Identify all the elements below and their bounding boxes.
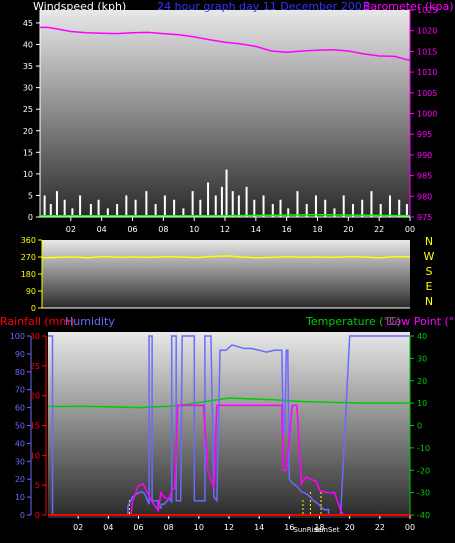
climate-x-tick-label: 10 (194, 523, 204, 532)
compass-label: N (425, 235, 433, 248)
humidity-y-tick-label: 100 (10, 332, 25, 341)
temperature-y-tick-label: 10 (417, 399, 427, 408)
wind-x-tick-label: 02 (66, 225, 76, 234)
temperature-y-tick-label: 0 (417, 422, 422, 431)
wind-x-tick-label: 12 (220, 225, 230, 234)
graph-title: 24 hour graph day 11 December 2003 (157, 0, 369, 13)
barometer-y-tick-label: 1000 (417, 110, 437, 119)
humidity-y-tick-label: 20 (15, 475, 25, 484)
rain-y-tick-label: 5 (35, 481, 40, 490)
humidity-y-tick-label: 10 (15, 493, 25, 502)
wind-x-tick-label: 10 (189, 225, 199, 234)
compass-label: E (426, 280, 433, 293)
rain-y-tick-label: 15 (30, 422, 40, 431)
direction-y-tick-label: 0 (31, 304, 36, 313)
wind-x-tick-label: 00 (405, 225, 415, 234)
wind-x-tick-label: 08 (158, 225, 168, 234)
temperature-y-tick-label: -20 (417, 466, 430, 475)
wind-y-tick-label: 35 (23, 62, 33, 71)
barometer-y-tick-label: 980 (417, 192, 432, 201)
wind-x-tick-label: 18 (312, 225, 322, 234)
wind-x-tick-label: 14 (251, 225, 261, 234)
barometer-y-tick-label: 1005 (417, 89, 437, 98)
wind-y-tick-label: 25 (23, 105, 33, 114)
weather-graph: Windspeed (kph) 24 hour graph day 11 Dec… (0, 0, 455, 534)
wind-x-tick-label: 20 (343, 225, 353, 234)
climate-x-tick-label: 20 (345, 523, 355, 532)
barometer-y-tick-label: 975 (417, 213, 432, 222)
wind-y-tick-label: 15 (23, 148, 33, 157)
temperature-y-tick-label: -40 (417, 511, 430, 520)
barometer-y-tick-label: 1015 (417, 47, 437, 56)
temperature-y-tick-label: 40 (417, 332, 427, 341)
rain-y-tick-label: 25 (30, 362, 40, 371)
climate-x-tick-label: 02 (73, 523, 83, 532)
wind-x-tick-label: 16 (282, 225, 292, 234)
wind-y-tick-label: 10 (23, 170, 33, 179)
direction-y-tick-label: 90 (26, 287, 36, 296)
rainfall-axis-label: Rainfall (mm) (0, 315, 74, 328)
humidity-y-tick-label: 40 (15, 439, 25, 448)
wind-axis-label: Windspeed (kph) (33, 0, 126, 13)
humidity-y-tick-label: 50 (15, 422, 25, 431)
wind-y-tick-label: 0 (28, 213, 33, 222)
humidity-y-tick-label: 80 (15, 368, 25, 377)
humidity-y-tick-label: 60 (15, 404, 25, 413)
compass-label: W (424, 250, 435, 263)
climate-panel-background (48, 332, 410, 518)
wind-panel-background (40, 10, 410, 217)
wind-y-tick-label: 30 (23, 84, 33, 93)
climate-x-tick-label: 22 (375, 523, 385, 532)
wind-y-tick-label: 40 (23, 41, 33, 50)
climate-x-tick-label: 00 (405, 523, 415, 532)
humidity-y-tick-label: 70 (15, 386, 25, 395)
direction-panel-background (42, 240, 410, 308)
direction-y-tick-label: 180 (21, 270, 36, 279)
humidity-y-tick-label: 30 (15, 457, 25, 466)
wind-x-tick-label: 22 (374, 225, 384, 234)
barometer-y-tick-label: 985 (417, 172, 432, 181)
wind-y-tick-label: 5 (28, 191, 33, 200)
rain-y-tick-label: 30 (30, 332, 40, 341)
climate-x-tick-label: 14 (254, 523, 264, 532)
direction-y-tick-label: 360 (21, 236, 36, 245)
barometer-y-tick-label: 1025 (417, 6, 437, 15)
humidity-y-tick-label: 0 (20, 511, 25, 520)
dewpoint-axis-label: Dew Point (°C) (386, 315, 455, 328)
compass-label: S (426, 265, 433, 278)
barometer-axis-label: Barometer (kpa) (363, 0, 454, 13)
wind-y-tick-label: 20 (23, 127, 33, 136)
barometer-y-tick-label: 1020 (417, 27, 437, 36)
rain-y-tick-label: 10 (30, 451, 40, 460)
climate-x-tick-label: 08 (164, 523, 174, 532)
climate-x-tick-label: 04 (103, 523, 113, 532)
barometer-y-tick-label: 990 (417, 151, 432, 160)
climate-x-tick-label: 12 (224, 523, 234, 532)
wind-x-tick-label: 06 (127, 225, 137, 234)
direction-y-tick-label: 270 (21, 253, 36, 262)
humidity-y-tick-label: 90 (15, 350, 25, 359)
rain-y-tick-label: 20 (30, 392, 40, 401)
sunset-label: SunSet (315, 526, 340, 534)
barometer-y-tick-label: 995 (417, 130, 432, 139)
compass-label: N (425, 295, 433, 308)
barometer-y-tick-label: 1010 (417, 68, 437, 77)
temperature-y-tick-label: 30 (417, 354, 427, 363)
rain-y-tick-label: 0 (35, 511, 40, 520)
climate-x-tick-label: 06 (133, 523, 143, 532)
wind-x-tick-label: 04 (97, 225, 107, 234)
temperature-y-tick-label: -30 (417, 489, 430, 498)
temperature-y-tick-label: -10 (417, 444, 430, 453)
temperature-y-tick-label: 20 (417, 377, 427, 386)
wind-y-tick-label: 45 (23, 19, 33, 28)
humidity-axis-label: Humidity (65, 315, 115, 328)
